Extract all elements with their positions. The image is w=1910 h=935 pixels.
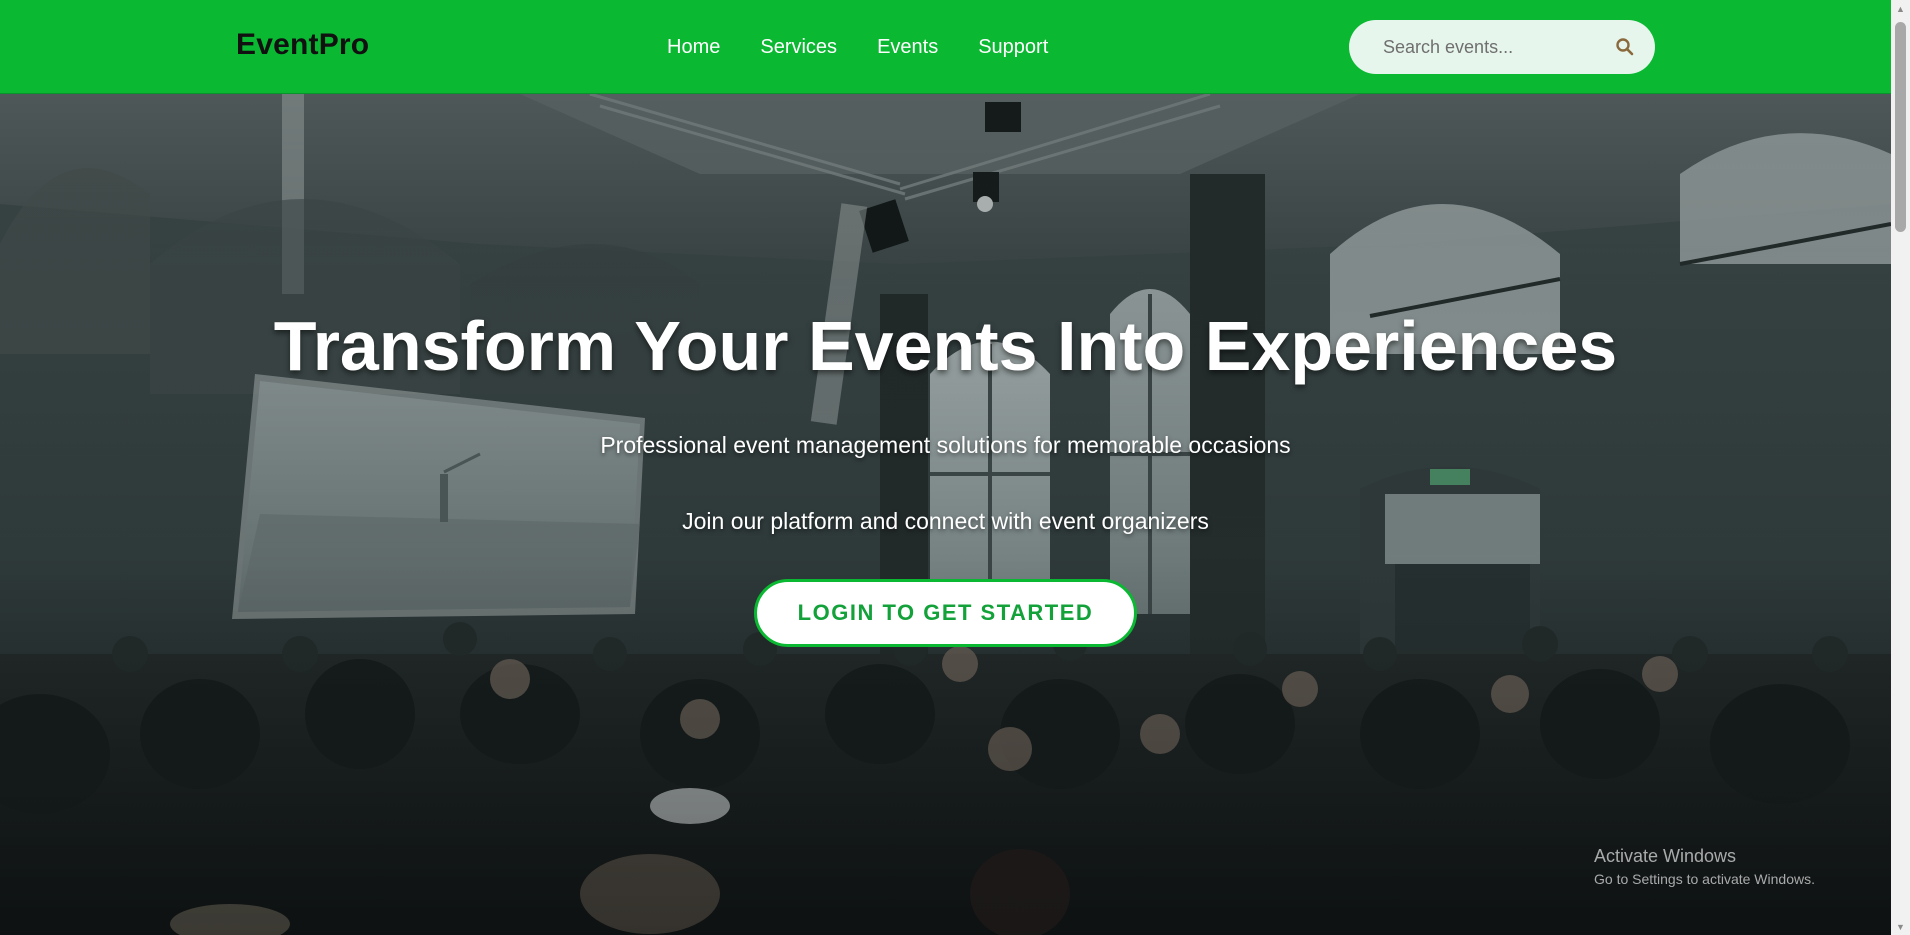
search-box (1349, 20, 1655, 74)
page: EventPro Home Services Events Support Se… (0, 0, 1910, 935)
main-nav: Home Services Events Support (667, 36, 1048, 59)
hero-note: Join our platform and connect with event… (682, 508, 1209, 534)
nav-link-services[interactable]: Services (760, 36, 837, 59)
brand-logo[interactable]: EventPro (236, 28, 369, 62)
hero-title: Transform Your Events Into Experiences (273, 307, 1618, 385)
hero-section: Transform Your Events Into Experiences P… (0, 94, 1891, 935)
scroll-down-arrow-icon[interactable]: ▼ (1891, 918, 1910, 935)
watermark-title: Activate Windows (1594, 846, 1737, 866)
watermark-subtitle: Go to Settings to activate Windows. (1594, 871, 1815, 887)
navbar: EventPro Home Services Events Support (0, 0, 1891, 94)
search-input[interactable] (1381, 35, 1601, 59)
windows-activation-watermark: Activate Windows Go to Settings to activ… (1594, 846, 1815, 887)
scroll-up-arrow-icon[interactable]: ▲ (1891, 0, 1910, 17)
scrollbar-thumb[interactable] (1895, 22, 1906, 232)
nav-link-home[interactable]: Home (667, 36, 720, 59)
nav-link-support[interactable]: Support (978, 36, 1048, 59)
login-get-started-button[interactable]: LOGIN TO GET STARTED (754, 579, 1137, 647)
search-icon[interactable] (1615, 37, 1635, 57)
hero-subtitle: Professional event management solutions … (600, 432, 1291, 458)
nav-link-events[interactable]: Events (877, 36, 938, 59)
vertical-scrollbar[interactable]: ▲ ▼ (1891, 0, 1910, 935)
